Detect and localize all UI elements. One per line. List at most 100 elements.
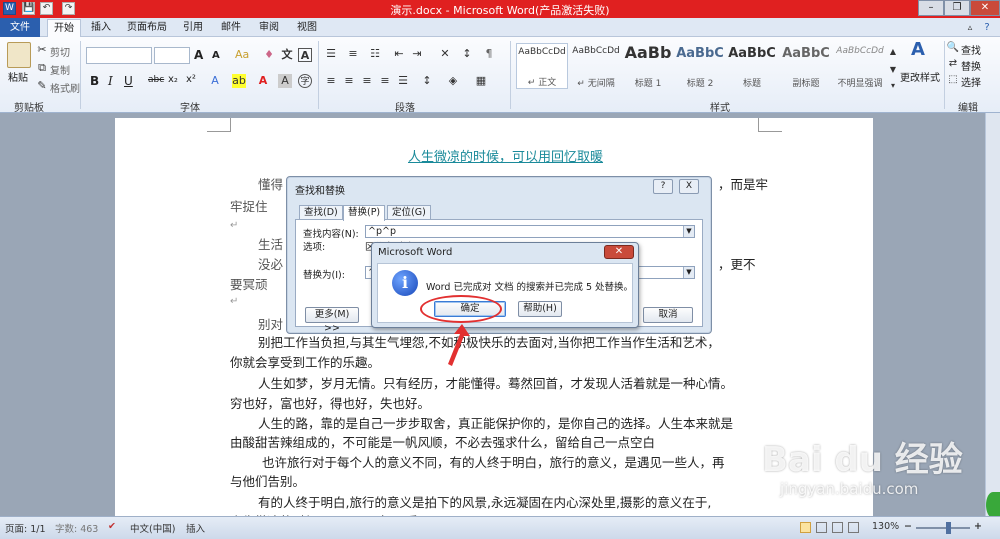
strikethrough-button[interactable]: abc [148, 75, 164, 85]
align-right-icon[interactable]: ≡ [360, 74, 374, 88]
format-painter-label[interactable]: 格式刷 [50, 80, 80, 95]
increase-indent-icon[interactable]: ⇥ [410, 47, 424, 61]
style-no-spacing[interactable]: AaBbCcDd ↵ 无间隔 [570, 43, 622, 89]
zoom-level[interactable]: 130% [872, 521, 899, 532]
zoom-in-button[interactable]: + [974, 521, 982, 532]
insert-mode[interactable]: 插入 [186, 521, 205, 535]
minimize-ribbon-icon[interactable]: ▵ [963, 21, 977, 35]
enclose-char-icon[interactable]: 字 [298, 74, 312, 88]
tab-review[interactable]: 审阅 [254, 19, 284, 37]
change-styles-button[interactable]: 更改样式 [900, 69, 940, 84]
superscript-button[interactable]: x² [186, 74, 196, 85]
tab-view[interactable]: 视图 [292, 19, 322, 37]
line-spacing-icon[interactable]: ↕ [420, 74, 434, 88]
zoom-slider-thumb[interactable] [946, 522, 951, 534]
full-screen-icon[interactable] [816, 522, 827, 533]
styles-scroll-up-icon[interactable]: ▲ [886, 45, 900, 59]
highlight-icon[interactable]: ab [232, 74, 246, 88]
tab-mailings[interactable]: 邮件 [216, 19, 246, 37]
change-case-icon[interactable]: Aa [235, 48, 249, 62]
tab-references[interactable]: 引用 [178, 19, 208, 37]
language[interactable]: 中文(中国) [130, 521, 175, 535]
dialog-help-button[interactable]: ? [653, 179, 673, 194]
find-button[interactable]: 查找 [961, 42, 981, 57]
tab-find[interactable]: 查找(D) [299, 205, 343, 220]
shading-icon[interactable]: ◈ [446, 74, 460, 88]
style-heading-1[interactable]: AaBb 标题 1 [622, 43, 674, 89]
maximize-button[interactable]: ❐ [944, 0, 970, 16]
select-button[interactable]: 选择 [961, 74, 981, 89]
bullets-icon[interactable]: ☰ [324, 47, 338, 61]
styles-more-icon[interactable]: ▾ [886, 79, 900, 93]
help-button[interactable]: 帮助(H) [518, 301, 562, 317]
char-border-icon[interactable]: A [298, 48, 312, 62]
style-subtle-emphasis[interactable]: AaBbCcDd 不明显强调 [834, 43, 886, 89]
copy-icon[interactable]: ⧉ [35, 61, 49, 75]
align-center-icon[interactable]: ≡ [342, 74, 356, 88]
help-icon[interactable]: ? [980, 21, 994, 35]
web-layout-icon[interactable] [832, 522, 843, 533]
font-name-combo[interactable] [86, 47, 152, 64]
style-normal[interactable]: AaBbCcDd ↵ 正文 [516, 43, 568, 89]
font-color-icon[interactable]: A [256, 74, 270, 88]
bold-button[interactable]: B [90, 74, 99, 88]
paste-icon[interactable] [7, 42, 31, 68]
text-effects-icon[interactable]: A [208, 74, 222, 88]
vertical-scrollbar[interactable] [985, 113, 1000, 516]
dialog-close-button[interactable]: X [679, 179, 699, 194]
style-subtitle[interactable]: AaBbC 副标题 [780, 43, 832, 89]
cancel-button[interactable]: 取消 [643, 307, 693, 323]
side-badge[interactable] [986, 492, 1000, 518]
dropdown-arrow-icon[interactable]: ▼ [683, 267, 694, 278]
underline-button[interactable]: U [124, 74, 133, 88]
dropdown-arrow-icon[interactable]: ▼ [683, 226, 694, 237]
zoom-out-button[interactable]: − [904, 521, 912, 532]
close-window-button[interactable]: ✕ [970, 0, 1000, 16]
justify-icon[interactable]: ≡ [378, 74, 392, 88]
font-size-combo[interactable] [154, 47, 190, 64]
format-painter-icon[interactable]: ✎ [35, 79, 49, 93]
italic-button[interactable]: I [108, 74, 113, 88]
align-left-icon[interactable]: ≡ [324, 74, 338, 88]
copy-label[interactable]: 复制 [50, 62, 70, 77]
numbering-icon[interactable]: ≡ [346, 47, 360, 61]
show-marks-icon[interactable]: ¶ [482, 47, 496, 61]
word-count[interactable]: 字数: 463 [55, 521, 98, 535]
print-layout-icon[interactable] [800, 522, 811, 533]
find-what-input[interactable]: ^p^p ▼ [365, 225, 695, 238]
select-icon[interactable]: ⬚ [946, 73, 960, 87]
char-shading-icon[interactable]: A [278, 74, 292, 88]
grow-font-icon[interactable]: A [194, 48, 203, 62]
style-title[interactable]: AaBbC 标题 [726, 43, 778, 89]
tab-home[interactable]: 开始 [47, 19, 81, 37]
tab-insert[interactable]: 插入 [86, 19, 116, 37]
change-styles-icon[interactable]: A [906, 41, 930, 65]
multilevel-list-icon[interactable]: ☷ [368, 47, 382, 61]
more-button[interactable]: 更多(M) >> [305, 307, 359, 334]
replace-icon[interactable]: ⇄ [946, 57, 960, 71]
outline-icon[interactable] [848, 522, 859, 533]
shrink-font-icon[interactable]: A [212, 50, 220, 61]
cut-label[interactable]: 剪切 [50, 44, 70, 59]
subscript-button[interactable]: x₂ [168, 74, 178, 85]
clear-format-icon[interactable]: ♦ [262, 48, 276, 62]
tab-page-layout[interactable]: 页面布局 [122, 19, 172, 37]
style-heading-2[interactable]: AaBbC 标题 2 [674, 43, 726, 89]
distribute-icon[interactable]: ☰ [396, 74, 410, 88]
borders-icon[interactable]: ▦ [474, 74, 488, 88]
sort-icon[interactable]: ↕ [460, 47, 474, 61]
cut-icon[interactable]: ✂ [35, 43, 49, 57]
minimize-button[interactable]: – [918, 0, 944, 16]
styles-scroll-down-icon[interactable]: ▼ [886, 63, 900, 77]
message-box-close-button[interactable]: ✕ [604, 245, 634, 259]
tab-replace[interactable]: 替换(P) [343, 205, 386, 221]
page-count[interactable]: 页面: 1/1 [5, 521, 46, 535]
replace-button[interactable]: 替换 [961, 58, 981, 73]
phonetic-icon[interactable]: 文 [280, 48, 294, 62]
decrease-indent-icon[interactable]: ⇤ [392, 47, 406, 61]
paste-button[interactable]: 粘贴 [8, 69, 28, 84]
proofing-icon[interactable]: ✔ [108, 521, 116, 532]
tab-goto[interactable]: 定位(G) [387, 205, 431, 220]
zoom-slider[interactable] [916, 527, 970, 529]
chinese-layout-icon[interactable]: ✕ [438, 47, 452, 61]
